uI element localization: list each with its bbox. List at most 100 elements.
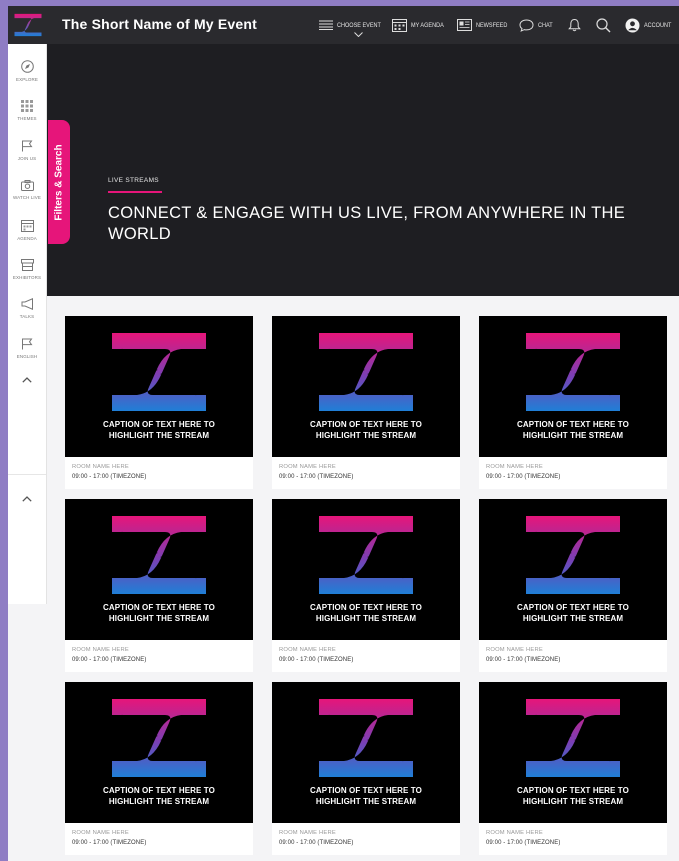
compass-icon	[20, 60, 34, 73]
stream-caption-line: CAPTION OF TEXT HERE TO	[103, 420, 215, 429]
sidebar-item-label: AGENDA	[17, 236, 37, 241]
stream-caption-line: HIGHLIGHT THE STREAM	[315, 796, 417, 806]
stream-card[interactable]: CAPTION OF TEXT HERE TO HIGHLIGHT THE ST…	[479, 682, 667, 855]
stream-card[interactable]: CAPTION OF TEXT HERE TO HIGHLIGHT THE ST…	[65, 682, 253, 855]
notifications-button[interactable]	[568, 6, 581, 44]
sidebar-item-themes[interactable]: THEMES	[8, 100, 46, 121]
sidebar-item-agenda[interactable]: AGENDA	[8, 219, 46, 241]
filters-search-label: Filters & Search	[53, 143, 65, 221]
stream-card[interactable]: CAPTION OF TEXT HERE TO HIGHLIGHT THE ST…	[479, 316, 667, 489]
megaphone-icon	[21, 298, 33, 310]
logo-icon	[14, 13, 42, 37]
stream-caption: CAPTION OF TEXT HERE TO HIGHLIGHT THE ST…	[65, 786, 253, 807]
stream-caption-line: CAPTION OF TEXT HERE TO	[103, 603, 215, 612]
stream-card[interactable]: CAPTION OF TEXT HERE TO HIGHLIGHT THE ST…	[272, 499, 460, 672]
room-name: ROOM NAME HERE	[72, 830, 129, 836]
booth-icon	[20, 259, 34, 271]
chevron-up-icon	[22, 377, 32, 383]
sidebar-item-label: TALKS	[19, 314, 35, 319]
newsfeed-label: NEWSFEED	[476, 21, 508, 29]
stream-caption: CAPTION OF TEXT HERE TO HIGHLIGHT THE ST…	[65, 420, 253, 441]
sidebar-item-talks[interactable]: TALKS	[8, 298, 46, 319]
chat-button[interactable]: CHAT	[519, 6, 555, 44]
room-name: ROOM NAME HERE	[279, 647, 336, 653]
stream-thumbnail[interactable]: CAPTION OF TEXT HERE TO HIGHLIGHT THE ST…	[479, 499, 667, 640]
stream-thumbnail[interactable]: CAPTION OF TEXT HERE TO HIGHLIGHT THE ST…	[479, 682, 667, 823]
stream-thumbnail[interactable]: CAPTION OF TEXT HERE TO HIGHLIGHT THE ST…	[479, 316, 667, 457]
newspaper-icon	[457, 19, 472, 31]
hero-banner: LIVE STREAMS CONNECT & ENGAGE WITH US LI…	[47, 44, 679, 296]
sidebar-item-label: JOIN US	[17, 156, 37, 161]
sidebar-collapse-button[interactable]	[8, 496, 46, 502]
my-agenda-button[interactable]: MY AGENDA	[392, 6, 450, 44]
stream-caption-line: HIGHLIGHT THE STREAM	[108, 796, 210, 806]
stream-caption-line: CAPTION OF TEXT HERE TO	[310, 420, 422, 429]
top-bar: The Short Name of My Event CHOOSE EVENT …	[8, 6, 679, 44]
sidebar-item-label: ENGLISH	[16, 354, 38, 359]
calendar-icon	[20, 220, 34, 232]
my-agenda-label: MY AGENDA	[411, 21, 444, 29]
sidebar-item-english[interactable]: ENGLISH	[8, 338, 46, 359]
newsfeed-button[interactable]: NEWSFEED	[457, 6, 513, 44]
account-button[interactable]: ACCOUNT	[625, 6, 676, 44]
stream-thumbnail[interactable]: CAPTION OF TEXT HERE TO HIGHLIGHT THE ST…	[65, 316, 253, 457]
stream-time: 09:00 - 17:00 (TIMEZONE)	[279, 474, 354, 480]
stream-caption: CAPTION OF TEXT HERE TO HIGHLIGHT THE ST…	[479, 603, 667, 624]
search-icon	[596, 17, 611, 32]
calendar-icon	[392, 19, 407, 32]
sidebar-item-explore[interactable]: EXPLORE	[8, 60, 46, 82]
stream-card[interactable]: CAPTION OF TEXT HERE TO HIGHLIGHT THE ST…	[479, 499, 667, 672]
choose-event-button[interactable]: CHOOSE EVENT	[319, 6, 389, 44]
hero-accent-rule	[108, 191, 162, 193]
stream-card[interactable]: CAPTION OF TEXT HERE TO HIGHLIGHT THE ST…	[65, 316, 253, 489]
room-name: ROOM NAME HERE	[486, 830, 543, 836]
room-name: ROOM NAME HERE	[72, 647, 129, 653]
stream-card[interactable]: CAPTION OF TEXT HERE TO HIGHLIGHT THE ST…	[272, 316, 460, 489]
filters-search-tab[interactable]: Filters & Search	[48, 120, 70, 244]
stream-thumbnail[interactable]: CAPTION OF TEXT HERE TO HIGHLIGHT THE ST…	[272, 499, 460, 640]
stream-caption-line: CAPTION OF TEXT HERE TO	[517, 603, 629, 612]
chat-label: CHAT	[538, 21, 553, 29]
sidebar-item-join-us[interactable]: JOIN US	[8, 140, 46, 161]
chevron-down-icon[interactable]	[354, 32, 363, 37]
event-logo-icon	[526, 699, 620, 777]
stream-caption-line: HIGHLIGHT THE STREAM	[522, 430, 624, 440]
stream-caption-line: HIGHLIGHT THE STREAM	[315, 430, 417, 440]
stream-caption-line: CAPTION OF TEXT HERE TO	[103, 786, 215, 795]
stream-time: 09:00 - 17:00 (TIMEZONE)	[486, 657, 561, 663]
room-name: ROOM NAME HERE	[279, 830, 336, 836]
event-logo-icon	[526, 333, 620, 411]
sidebar: EXPLORE THEMES JOIN US WATCH LIVE AGENDA…	[8, 44, 47, 604]
event-logo-icon	[112, 699, 206, 777]
stream-thumbnail[interactable]: CAPTION OF TEXT HERE TO HIGHLIGHT THE ST…	[272, 682, 460, 823]
room-name: ROOM NAME HERE	[279, 464, 336, 470]
stream-caption-line: HIGHLIGHT THE STREAM	[108, 430, 210, 440]
stream-time: 09:00 - 17:00 (TIMEZONE)	[72, 840, 147, 846]
room-name: ROOM NAME HERE	[486, 464, 543, 470]
app-frame: The Short Name of My Event CHOOSE EVENT …	[8, 6, 679, 861]
stream-time: 09:00 - 17:00 (TIMEZONE)	[279, 840, 354, 846]
sidebar-item-watch-live[interactable]: WATCH LIVE	[8, 180, 46, 200]
event-logo[interactable]	[8, 6, 48, 44]
chat-bubble-icon	[519, 18, 534, 32]
stream-card[interactable]: CAPTION OF TEXT HERE TO HIGHLIGHT THE ST…	[272, 682, 460, 855]
hero-heading: CONNECT & ENGAGE WITH US LIVE, FROM ANYW…	[108, 204, 626, 243]
account-label: ACCOUNT	[644, 21, 672, 29]
stream-thumbnail[interactable]: CAPTION OF TEXT HERE TO HIGHLIGHT THE ST…	[65, 682, 253, 823]
sidebar-more-toggle[interactable]	[8, 377, 46, 383]
stream-thumbnail[interactable]: CAPTION OF TEXT HERE TO HIGHLIGHT THE ST…	[65, 499, 253, 640]
stream-caption-line: CAPTION OF TEXT HERE TO	[310, 786, 422, 795]
search-button[interactable]	[596, 6, 611, 44]
stream-caption-line: HIGHLIGHT THE STREAM	[108, 613, 210, 623]
stream-caption-line: HIGHLIGHT THE STREAM	[522, 613, 624, 623]
stream-time: 09:00 - 17:00 (TIMEZONE)	[486, 474, 561, 480]
stream-caption: CAPTION OF TEXT HERE TO HIGHLIGHT THE ST…	[479, 786, 667, 807]
stream-caption-line: CAPTION OF TEXT HERE TO	[517, 786, 629, 795]
stream-card[interactable]: CAPTION OF TEXT HERE TO HIGHLIGHT THE ST…	[65, 499, 253, 672]
sidebar-item-exhibitors[interactable]: EXHIBITORS	[8, 259, 46, 280]
sidebar-item-label: THEMES	[17, 116, 37, 121]
event-logo-icon	[319, 699, 413, 777]
stream-time: 09:00 - 17:00 (TIMEZONE)	[72, 657, 147, 663]
stream-thumbnail[interactable]: CAPTION OF TEXT HERE TO HIGHLIGHT THE ST…	[272, 316, 460, 457]
flag-icon	[22, 140, 33, 152]
